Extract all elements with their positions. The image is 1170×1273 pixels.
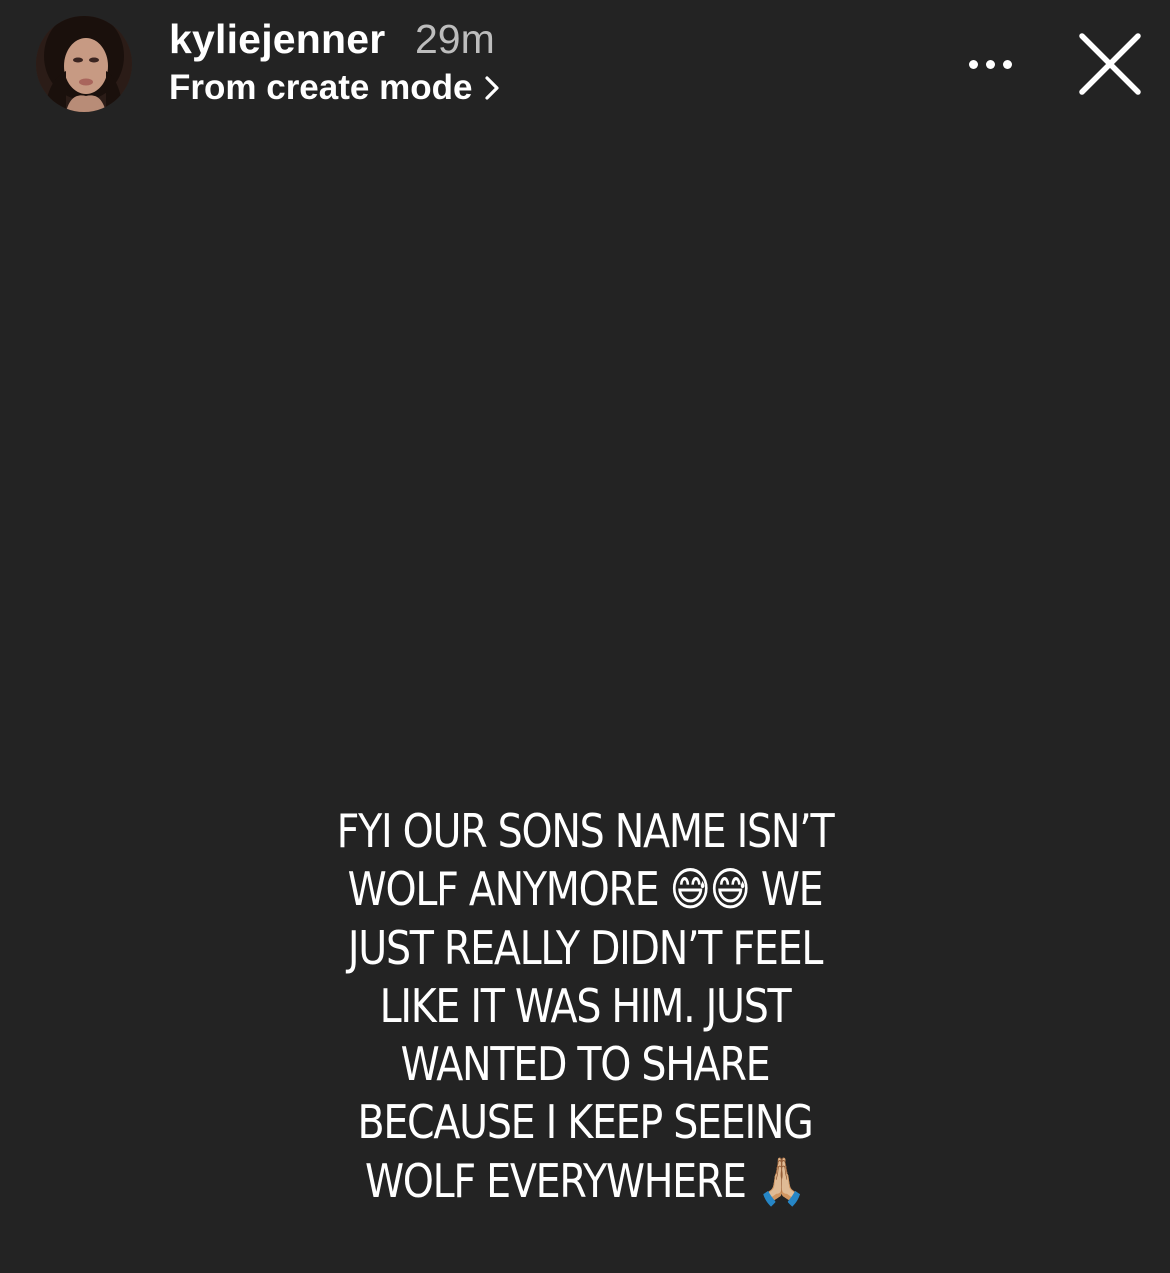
caption-line: WOLF EVERYWHERE 🙏🏼 bbox=[364, 1153, 806, 1208]
more-options-icon-dot bbox=[1002, 59, 1012, 69]
profile-avatar[interactable] bbox=[36, 16, 132, 112]
caption-line: WANTED TO SHARE bbox=[400, 1037, 771, 1092]
more-options-icon-dot bbox=[985, 59, 995, 69]
create-mode-link[interactable]: From create mode bbox=[169, 66, 500, 110]
story-timestamp: 29m bbox=[415, 16, 495, 62]
username[interactable]: kyliejenner bbox=[169, 14, 385, 64]
caption-line: JUST REALLY DIDN’T FEEL bbox=[347, 920, 823, 975]
more-options-icon bbox=[968, 59, 978, 69]
caption-line: WOLF ANYMORE 😅😅 WE bbox=[347, 862, 824, 917]
story-caption: FYI OUR SONS NAME ISN’T WOLF ANYMORE 😅😅 … bbox=[284, 802, 886, 1210]
avatar-image bbox=[36, 16, 132, 112]
close-button[interactable] bbox=[1072, 28, 1148, 100]
close-icon bbox=[1079, 33, 1141, 95]
more-options-button[interactable] bbox=[958, 42, 1022, 86]
story-header: kyliejenner 29m From create mode bbox=[0, 0, 1170, 130]
story-viewer[interactable]: kyliejenner 29m From create mode FYI OUR… bbox=[0, 0, 1170, 1273]
caption-line: LIKE IT WAS HIM. JUST bbox=[379, 978, 792, 1033]
caption-line: BECAUSE I KEEP SEEING bbox=[357, 1095, 814, 1150]
caption-line: FYI OUR SONS NAME ISN’T bbox=[336, 804, 835, 858]
create-mode-label: From create mode bbox=[169, 68, 473, 107]
chevron-right-icon bbox=[485, 76, 500, 100]
